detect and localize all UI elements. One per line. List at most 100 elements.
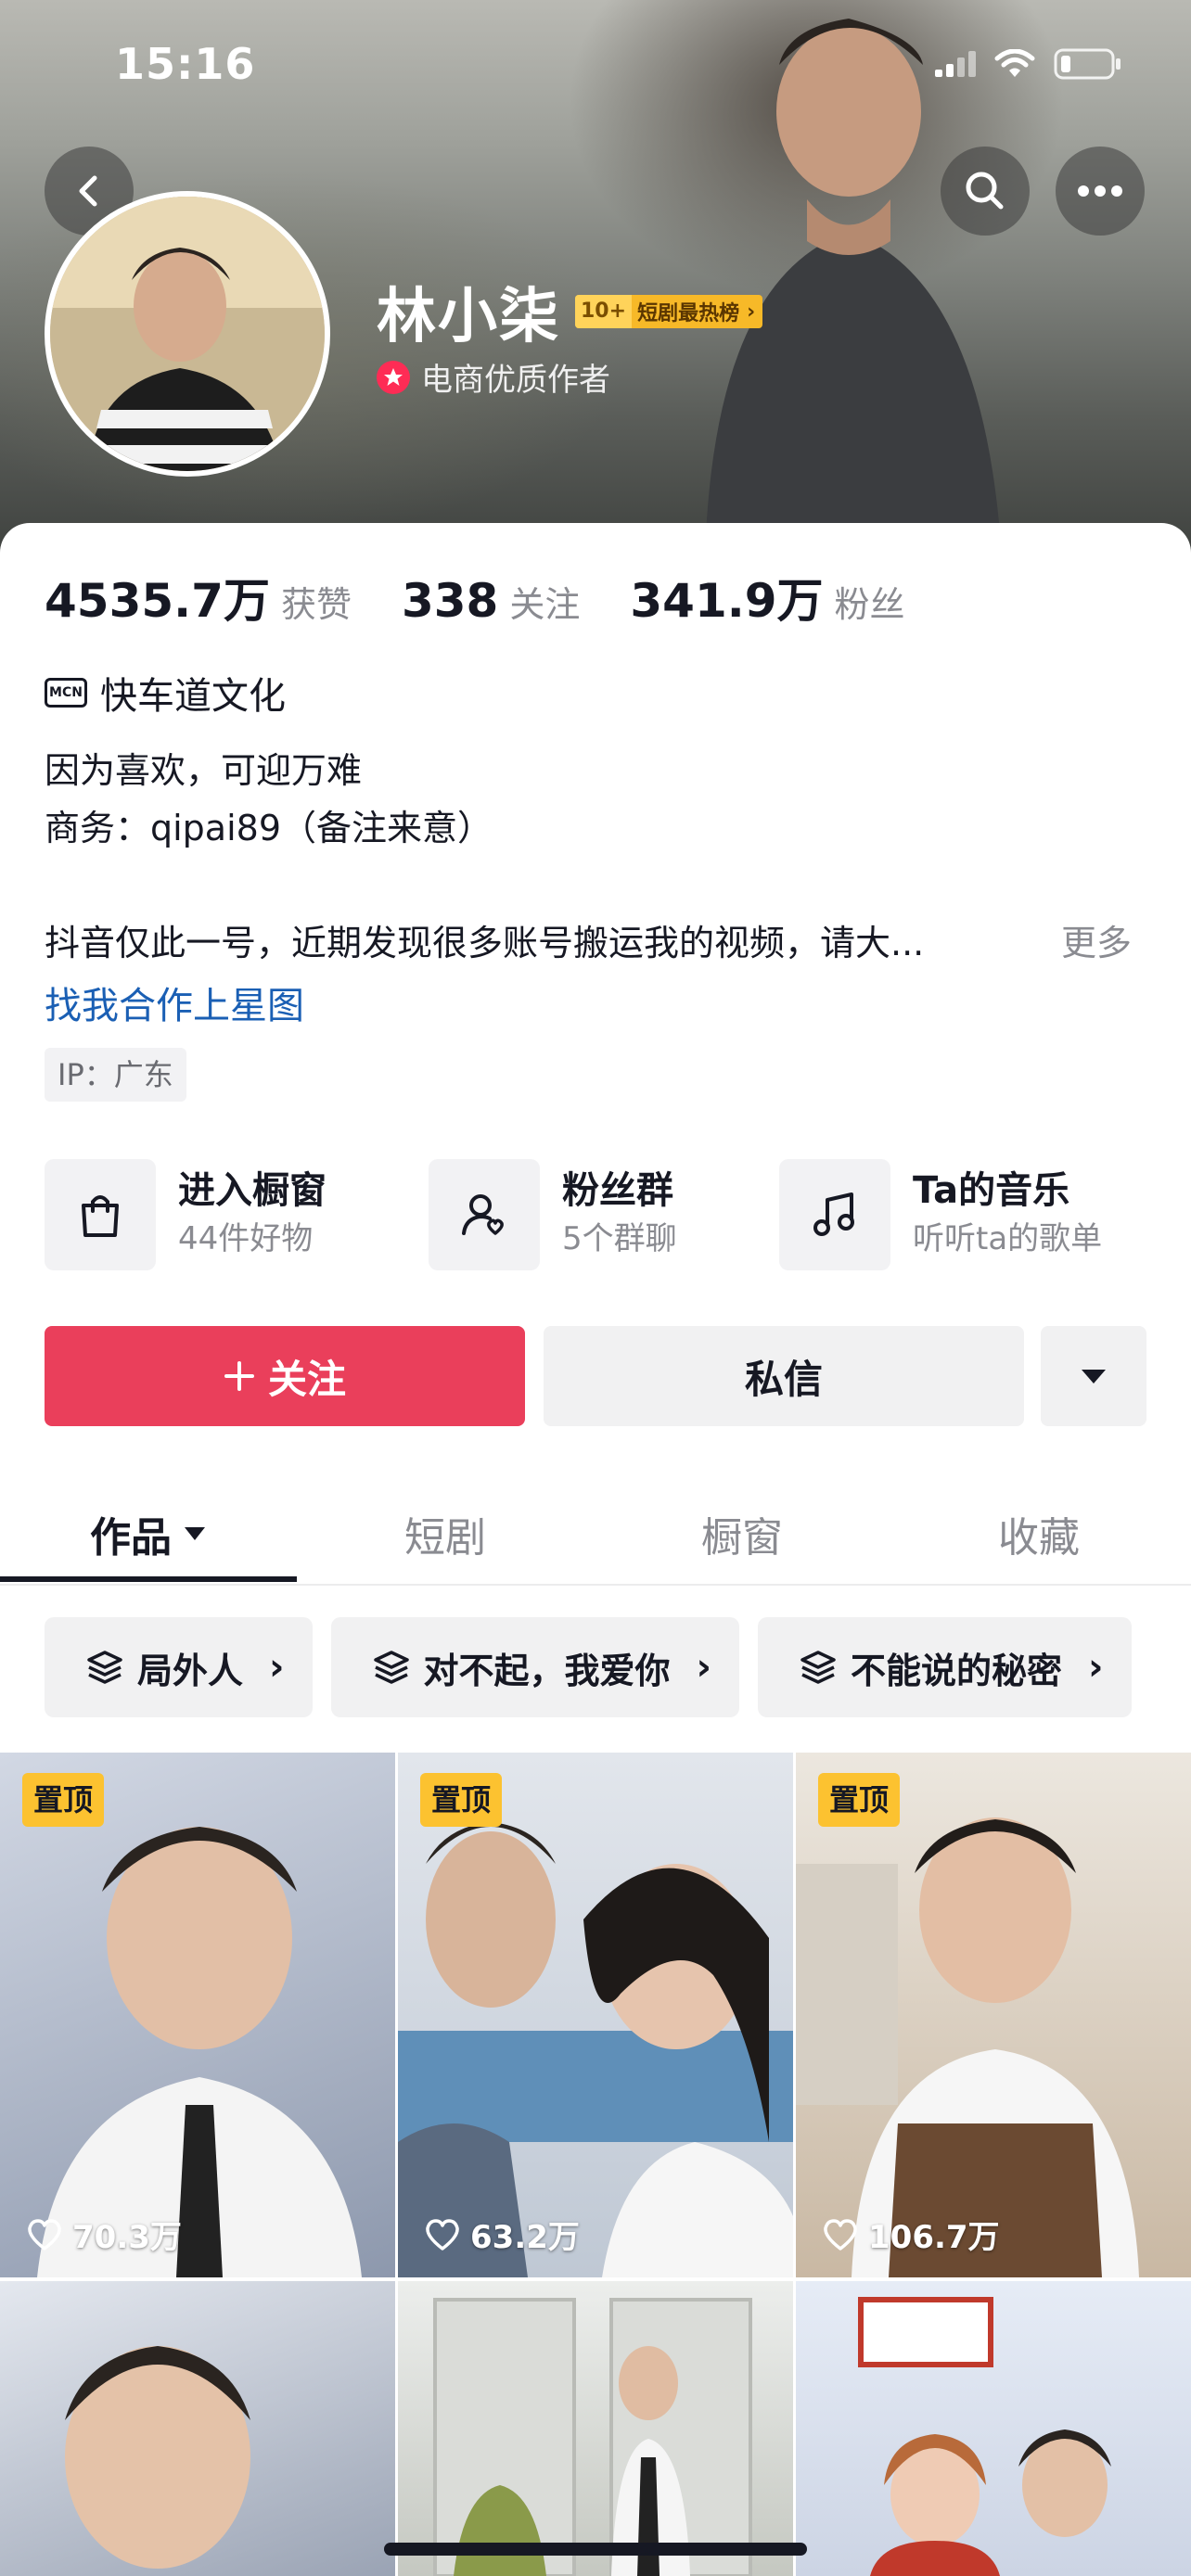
video-cover xyxy=(796,2281,1191,2576)
message-button[interactable]: 私信 xyxy=(544,1326,1024,1426)
chevron-right-icon: › xyxy=(696,1646,711,1689)
tab-favorites[interactable]: 收藏 xyxy=(890,1484,1187,1584)
video-likes: 106.7万 xyxy=(822,2212,1000,2257)
mcn-row[interactable]: MCN 快车道文化 xyxy=(45,666,286,720)
bio-more-link[interactable]: 更多 xyxy=(1047,914,1132,965)
video-cover xyxy=(398,2281,793,2576)
status-icons xyxy=(935,48,1122,80)
tab-short-dramas-label: 短剧 xyxy=(404,1514,486,1562)
rank-badge[interactable]: 10+ 短剧最热榜 › xyxy=(575,295,763,328)
shortcut-music-title: Ta的音乐 xyxy=(913,1169,1070,1212)
shortcut-shop-subtitle: 44件好物 xyxy=(178,1220,314,1257)
caret-down-icon xyxy=(1082,1370,1106,1384)
video-thumbnail[interactable]: 置顶 106.7万 xyxy=(796,1753,1191,2277)
stat-likes-value: 4535.7万 xyxy=(45,574,270,628)
tab-shop-window-label: 橱窗 xyxy=(701,1514,783,1562)
more-dots-icon xyxy=(1078,185,1122,197)
wifi-icon xyxy=(994,49,1035,77)
cellular-signal-icon xyxy=(935,51,976,77)
star-map-link[interactable]: 找我合作上星图 xyxy=(45,976,304,1029)
certification-label: 电商优质作者 xyxy=(421,362,610,399)
chevron-right-icon: › xyxy=(1088,1646,1104,1689)
profile-name-row: 林小柒 10+ 短剧最热榜 › xyxy=(377,269,763,354)
stat-followers[interactable]: 341.9万 粉丝 xyxy=(630,564,904,631)
video-likes-count: 63.2万 xyxy=(470,2219,580,2256)
rank-number: 10+ xyxy=(575,295,633,328)
stat-likes[interactable]: 4535.7万 获赞 xyxy=(45,564,352,631)
video-thumbnail[interactable] xyxy=(796,2281,1191,2576)
chevron-right-icon: › xyxy=(269,1646,285,1689)
ip-location-tag: IP：广东 xyxy=(45,1048,186,1102)
status-bar: 15:16 xyxy=(0,0,1191,130)
caret-down-icon xyxy=(185,1527,205,1540)
heart-icon xyxy=(426,2218,459,2251)
more-actions-dropdown[interactable] xyxy=(1041,1326,1146,1426)
follow-button[interactable]: 关注 xyxy=(45,1326,525,1426)
pinned-badge: 置顶 xyxy=(818,1773,901,1827)
stat-following[interactable]: 338 关注 xyxy=(402,574,580,628)
stat-followers-value: 341.9万 xyxy=(630,574,824,628)
tab-works-label: 作品 xyxy=(90,1514,172,1562)
video-likes-count: 106.7万 xyxy=(868,2219,1000,2256)
avatar-image xyxy=(50,197,325,471)
collection-chips: 局外人 › 对不起，我爱你 › 不能说的秘密 › xyxy=(45,1617,1191,1717)
video-cover xyxy=(398,1753,793,2277)
certification-star-icon xyxy=(377,360,410,394)
status-time: 15:16 xyxy=(115,39,256,89)
heart-icon xyxy=(824,2218,857,2251)
shortcut-row: 进入橱窗 44件好物 粉丝群 5个群聊 Ta的音乐 听听ta的歌单 xyxy=(45,1159,1158,1270)
bio-line-2: 商务：qipai89（备注来意） xyxy=(45,808,493,848)
certification-row[interactable]: 电商优质作者 xyxy=(377,354,610,400)
video-likes: 63.2万 xyxy=(424,2212,580,2257)
battery-icon xyxy=(1054,48,1121,80)
chevron-right-icon: › xyxy=(747,300,756,324)
tab-short-dramas[interactable]: 短剧 xyxy=(297,1484,594,1584)
search-button[interactable] xyxy=(941,147,1030,236)
music-note-icon xyxy=(779,1159,890,1270)
chevron-left-icon xyxy=(79,175,97,207)
collection-chip-label: 对不起，我爱你 xyxy=(423,1650,671,1691)
more-options-button[interactable] xyxy=(1056,147,1145,236)
plus-icon xyxy=(224,1361,254,1391)
video-likes-count: 70.3万 xyxy=(72,2219,182,2256)
search-icon xyxy=(966,172,1004,210)
collection-chip[interactable]: 局外人 › xyxy=(45,1617,313,1717)
bio: 因为喜欢，可迎万难 商务：qipai89（备注来意） xyxy=(45,742,493,857)
layers-icon xyxy=(800,1651,836,1684)
shortcut-music-subtitle: 听听ta的歌单 xyxy=(913,1220,1103,1257)
profile-stats: 4535.7万 获赞 338 关注 341.9万 粉丝 xyxy=(45,564,955,631)
shortcut-fan-group[interactable]: 粉丝群 5个群聊 xyxy=(429,1159,677,1270)
shopping-bag-icon xyxy=(45,1159,156,1270)
shortcut-shop-title: 进入橱窗 xyxy=(178,1169,327,1212)
collection-chip[interactable]: 不能说的秘密 › xyxy=(758,1617,1132,1717)
collection-chip[interactable]: 对不起，我爱你 › xyxy=(330,1617,739,1717)
tab-shop-window[interactable]: 橱窗 xyxy=(594,1484,890,1584)
layers-icon xyxy=(87,1651,122,1684)
video-thumbnail[interactable] xyxy=(0,2281,395,2576)
content-tabs: 作品 短剧 橱窗 收藏 xyxy=(0,1484,1191,1586)
home-indicator[interactable] xyxy=(384,2543,807,2556)
layers-icon xyxy=(373,1651,409,1684)
stat-likes-label: 获赞 xyxy=(280,584,352,625)
video-cover xyxy=(796,1753,1191,2277)
collection-chip-label: 不能说的秘密 xyxy=(851,1650,1063,1691)
avatar[interactable] xyxy=(45,191,330,477)
shortcut-fan-group-subtitle: 5个群聊 xyxy=(562,1220,677,1257)
tab-works[interactable]: 作品 xyxy=(0,1484,297,1584)
shortcut-fan-group-title: 粉丝群 xyxy=(562,1169,673,1212)
fan-group-icon xyxy=(429,1159,540,1270)
rank-label: 短剧最热榜 xyxy=(637,302,740,325)
pinned-badge: 置顶 xyxy=(420,1773,503,1827)
bio-line-1: 因为喜欢，可迎万难 xyxy=(45,750,363,791)
shortcut-shop-window[interactable]: 进入橱窗 44件好物 xyxy=(45,1159,327,1270)
message-button-label: 私信 xyxy=(744,1356,823,1402)
video-likes: 70.3万 xyxy=(26,2212,182,2257)
mcn-icon: MCN xyxy=(45,678,87,708)
video-thumbnail[interactable]: 置顶 70.3万 xyxy=(0,1753,395,2277)
shortcut-music[interactable]: Ta的音乐 听听ta的歌单 xyxy=(779,1159,1102,1270)
follow-button-label: 关注 xyxy=(267,1356,346,1402)
video-thumbnail[interactable] xyxy=(398,2281,793,2576)
video-thumbnail[interactable]: 置顶 63.2万 xyxy=(398,1753,793,2277)
bio-line-3: 抖音仅此一号，近期发现很多账号搬运我的视频，请大... xyxy=(45,923,925,963)
stat-followers-label: 粉丝 xyxy=(834,584,905,625)
